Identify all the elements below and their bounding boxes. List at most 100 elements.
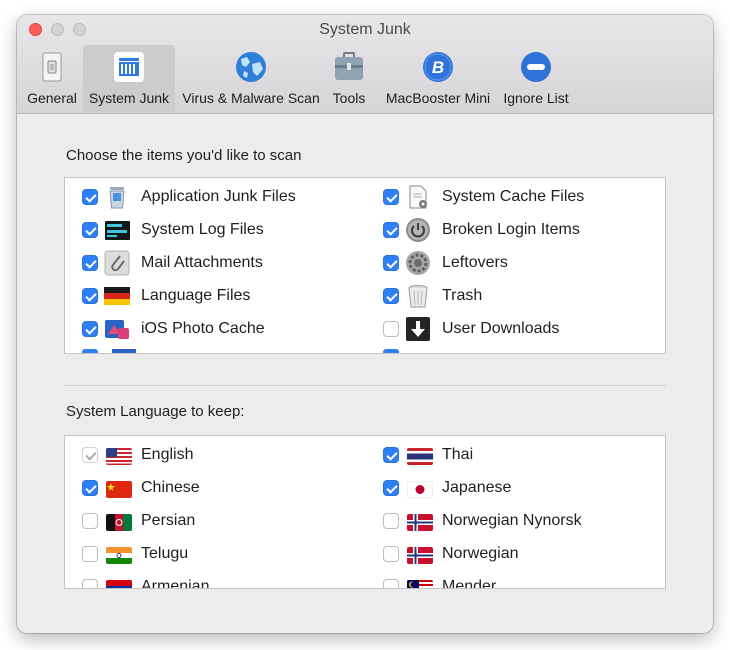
checkbox[interactable] [383, 189, 399, 205]
language-item-mender[interactable]: Mender [383, 572, 663, 589]
checkbox[interactable] [383, 222, 399, 238]
trash-bin-icon [109, 187, 125, 209]
title-bar: System Junk General System Junk Virus & … [17, 15, 713, 114]
paperclip-icon [104, 250, 130, 276]
scan-item-user-downloads[interactable]: User Downloads [383, 314, 663, 344]
checkbox[interactable] [383, 513, 399, 529]
tab-system-junk[interactable]: System Junk [83, 45, 175, 112]
clipped-checkbox [383, 349, 399, 353]
window-title: System Junk [319, 21, 411, 38]
language-item-thai[interactable]: Thai [383, 440, 663, 470]
cache-document-icon [409, 185, 427, 209]
language-item-norwegian-nynorsk[interactable]: Norwegian Nynorsk [383, 506, 663, 536]
item-label: Mail Attachments [141, 254, 263, 271]
language-item-norwegian[interactable]: Norwegian [383, 539, 663, 569]
clipped-icon [112, 349, 136, 353]
checkbox[interactable] [82, 480, 98, 496]
checkbox[interactable] [82, 321, 98, 337]
trash-can-icon [408, 285, 428, 308]
language-item-english[interactable]: English [82, 440, 362, 470]
preferences-window: System Junk General System Junk Virus & … [17, 15, 713, 633]
scan-item-mail-attachments[interactable]: Mail Attachments [82, 248, 362, 278]
checkbox[interactable] [383, 321, 399, 337]
tab-ignore-list[interactable]: Ignore List [501, 45, 571, 112]
item-label: Japanese [442, 479, 512, 496]
checkbox[interactable] [383, 447, 399, 463]
photo-cache-icon [105, 320, 129, 339]
scan-item-leftovers[interactable]: Leftovers [383, 248, 663, 278]
scan-items-heading: Choose the items you'd like to scan [66, 147, 302, 164]
scan-item-system-cache-files[interactable]: System Cache Files [383, 182, 663, 212]
item-label: Application Junk Files [141, 188, 296, 205]
checkbox [82, 447, 98, 463]
china-flag [106, 481, 132, 498]
gear-icon [406, 251, 430, 275]
item-label: Mender [442, 578, 497, 589]
item-label: System Cache Files [442, 188, 585, 205]
tab-tools[interactable]: Tools [327, 45, 371, 112]
checkbox[interactable] [82, 579, 98, 588]
scan-item-trash[interactable]: Trash [383, 281, 663, 311]
scan-item-broken-login-items[interactable]: Broken Login Items [383, 215, 663, 245]
general-switch-icon [42, 52, 62, 82]
checkbox[interactable] [82, 546, 98, 562]
language-item-armenian[interactable]: Armenian [82, 572, 362, 589]
checkbox[interactable] [383, 546, 399, 562]
scan-item-ios-photo-cache[interactable]: iOS Photo Cache [82, 314, 362, 344]
scan-items-list[interactable]: Application Junk Files System Cache File… [64, 177, 666, 354]
item-label: Norwegian [442, 545, 519, 562]
india-flag [106, 547, 132, 564]
scan-item-language-files[interactable]: Language Files [82, 281, 362, 311]
checkbox[interactable] [82, 513, 98, 529]
system-junk-icon [114, 52, 144, 82]
checkbox[interactable] [383, 288, 399, 304]
tab-label: System Junk [88, 90, 170, 106]
tab-label: Virus & Malware Scan [182, 90, 320, 106]
checkbox[interactable] [82, 288, 98, 304]
section-divider [64, 385, 666, 386]
scan-item-system-log-files[interactable]: System Log Files [82, 215, 362, 245]
norway-flag [407, 547, 433, 564]
afghanistan-flag [106, 514, 132, 531]
language-item-chinese[interactable]: Chinese [82, 473, 362, 503]
tab-general[interactable]: General [23, 45, 81, 112]
item-label: English [141, 446, 194, 463]
tab-virus-malware-scan[interactable]: Virus & Malware Scan [177, 45, 325, 112]
item-label: Norwegian Nynorsk [442, 512, 582, 529]
checkbox[interactable] [383, 579, 399, 588]
item-label: Telugu [141, 545, 189, 562]
checkbox[interactable] [82, 222, 98, 238]
item-label: Thai [442, 446, 474, 463]
item-label: System Log Files [141, 221, 264, 238]
language-item-telugu[interactable]: Telugu [82, 539, 362, 569]
checkbox[interactable] [383, 480, 399, 496]
languages-heading: System Language to keep: [66, 403, 245, 420]
tab-macbooster-mini[interactable]: B MacBooster Mini [377, 45, 499, 112]
item-label: Armenian [141, 578, 210, 589]
item-label: User Downloads [442, 320, 560, 337]
clipped-checkbox [82, 349, 98, 353]
tab-label: Tools [332, 90, 366, 106]
armenia-flag [106, 580, 132, 588]
german-flag-icon [104, 287, 130, 305]
thai-flag [407, 448, 433, 465]
item-label: Chinese [141, 479, 200, 496]
globe-icon [236, 52, 266, 82]
item-label: Broken Login Items [442, 221, 580, 238]
toolbox-icon [335, 52, 363, 80]
item-label: Trash [442, 287, 483, 304]
download-arrow-icon [406, 317, 430, 341]
languages-list[interactable]: English Thai Chinese Japanese Persian No… [64, 435, 666, 589]
checkbox[interactable] [82, 255, 98, 271]
us-flag [106, 448, 132, 465]
tab-label: Ignore List [503, 90, 569, 106]
checkbox[interactable] [383, 255, 399, 271]
language-item-japanese[interactable]: Japanese [383, 473, 663, 503]
language-item-persian[interactable]: Persian [82, 506, 362, 536]
checkbox[interactable] [82, 189, 98, 205]
scan-item-application-junk-files[interactable]: Application Junk Files [82, 182, 362, 212]
console-log-icon [105, 221, 130, 240]
macbooster-mini-icon: B [423, 52, 453, 82]
item-label: Persian [141, 512, 196, 529]
svg-text:B: B [432, 58, 444, 77]
